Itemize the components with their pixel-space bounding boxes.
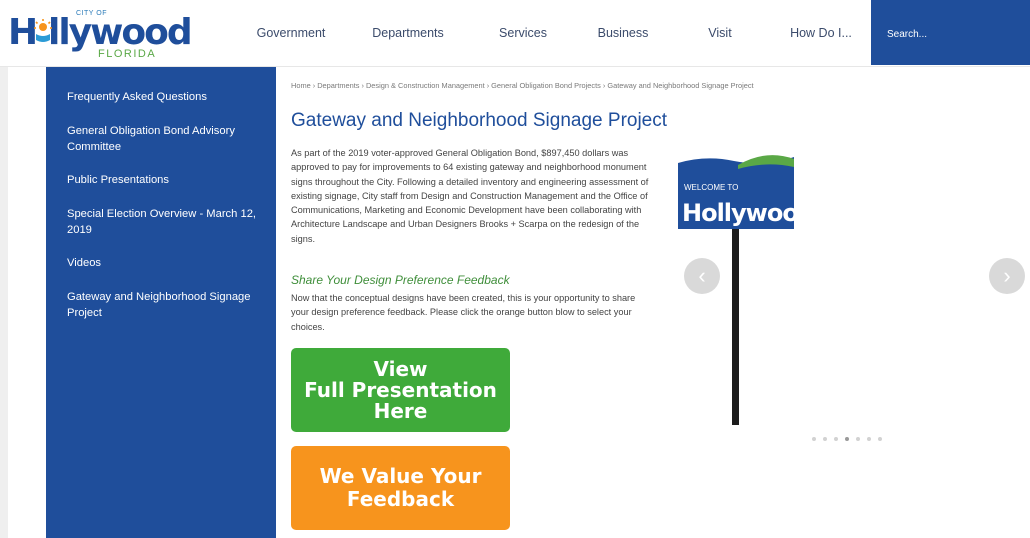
breadcrumb-separator: ›: [602, 81, 606, 90]
sidebar-item-gateway-signage[interactable]: Gateway and Neighborhood Signage Project: [67, 289, 257, 321]
slideshow-prev-button[interactable]: ‹: [684, 258, 720, 294]
page-title: Gateway and Neighborhood Signage Project: [291, 110, 668, 131]
nav-how-do-i[interactable]: How Do I...: [768, 26, 874, 40]
view-presentation-button[interactable]: View Full Presentation Here: [291, 348, 510, 432]
logo-sun-icon: [34, 19, 52, 42]
nav-services[interactable]: Services: [472, 26, 574, 40]
intro-paragraph: As part of the 2019 voter-approved Gener…: [291, 148, 649, 244]
feedback-button-line-1: We Value Your: [319, 464, 482, 488]
breadcrumb-separator: ›: [361, 81, 364, 90]
chevron-right-icon: ›: [1003, 263, 1011, 288]
sidebar-item-videos[interactable]: Videos: [67, 255, 257, 271]
breadcrumb-departments[interactable]: Departments: [317, 81, 359, 90]
site-header: CITY OF H llywood FLORIDA Government Dep…: [0, 0, 1030, 66]
breadcrumb-separator: ›: [312, 81, 316, 90]
breadcrumb-current: Gateway and Neighborhood Signage Project: [607, 81, 754, 90]
view-button-line-3: Here: [373, 398, 428, 423]
logo-florida: FLORIDA: [98, 48, 157, 60]
main-nav: Government Departments Services Business…: [238, 0, 874, 66]
breadcrumb: Home › Departments › Design & Construction M…: [291, 81, 754, 90]
slideshow-dot[interactable]: [878, 437, 882, 441]
welcome-sign-image: WELCOME TO Hollywood: [678, 155, 796, 229]
breadcrumb-separator: ›: [486, 81, 490, 90]
left-margin-band: [0, 67, 8, 538]
feedback-subheading: Share Your Design Preference Feedback: [291, 273, 510, 287]
search-box: [871, 0, 1030, 65]
nav-business[interactable]: Business: [574, 26, 672, 40]
sign-brand-text: Hollywood: [682, 199, 796, 227]
slideshow-dot[interactable]: [812, 437, 816, 441]
sign-welcome-text: WELCOME TO: [684, 183, 738, 192]
sidebar-item-special-election[interactable]: Special Election Overview - March 12, 20…: [67, 206, 257, 238]
search-input[interactable]: [885, 24, 1019, 44]
chevron-left-icon: ‹: [698, 263, 706, 288]
feedback-button-line-2: Feedback: [346, 487, 455, 511]
breadcrumb-design-construction[interactable]: Design & Construction Management: [366, 81, 485, 90]
nav-visit[interactable]: Visit: [672, 26, 768, 40]
slideshow-dots: [812, 437, 882, 441]
slideshow-next-button[interactable]: ›: [989, 258, 1025, 294]
sidebar-item-public-presentations[interactable]: Public Presentations: [67, 172, 257, 188]
view-button-line-1: View: [373, 356, 428, 381]
breadcrumb-home[interactable]: Home: [291, 81, 311, 90]
nav-government[interactable]: Government: [238, 26, 344, 40]
slideshow-dot[interactable]: [834, 437, 838, 441]
feedback-paragraph: Now that the conceptual designs have bee…: [291, 293, 636, 332]
sidebar: Frequently Asked Questions General Oblig…: [46, 67, 276, 538]
sidebar-item-faq[interactable]: Frequently Asked Questions: [67, 89, 257, 105]
feedback-button[interactable]: We Value Your Feedback: [291, 446, 510, 530]
city-logo[interactable]: CITY OF H llywood FLORIDA: [8, 8, 193, 60]
sign-pole: [732, 228, 739, 425]
breadcrumb-gob-projects[interactable]: General Obligation Bond Projects: [491, 81, 601, 90]
slideshow-dot-active[interactable]: [845, 437, 849, 441]
slideshow-dot[interactable]: [867, 437, 871, 441]
view-button-line-2: Full Presentation: [304, 377, 497, 402]
sidebar-item-advisory-committee[interactable]: General Obligation Bond Advisory Committ…: [67, 123, 257, 155]
nav-departments[interactable]: Departments: [344, 26, 472, 40]
slideshow-dot[interactable]: [823, 437, 827, 441]
logo-wood: llywood: [48, 12, 193, 53]
slideshow-dot[interactable]: [856, 437, 860, 441]
